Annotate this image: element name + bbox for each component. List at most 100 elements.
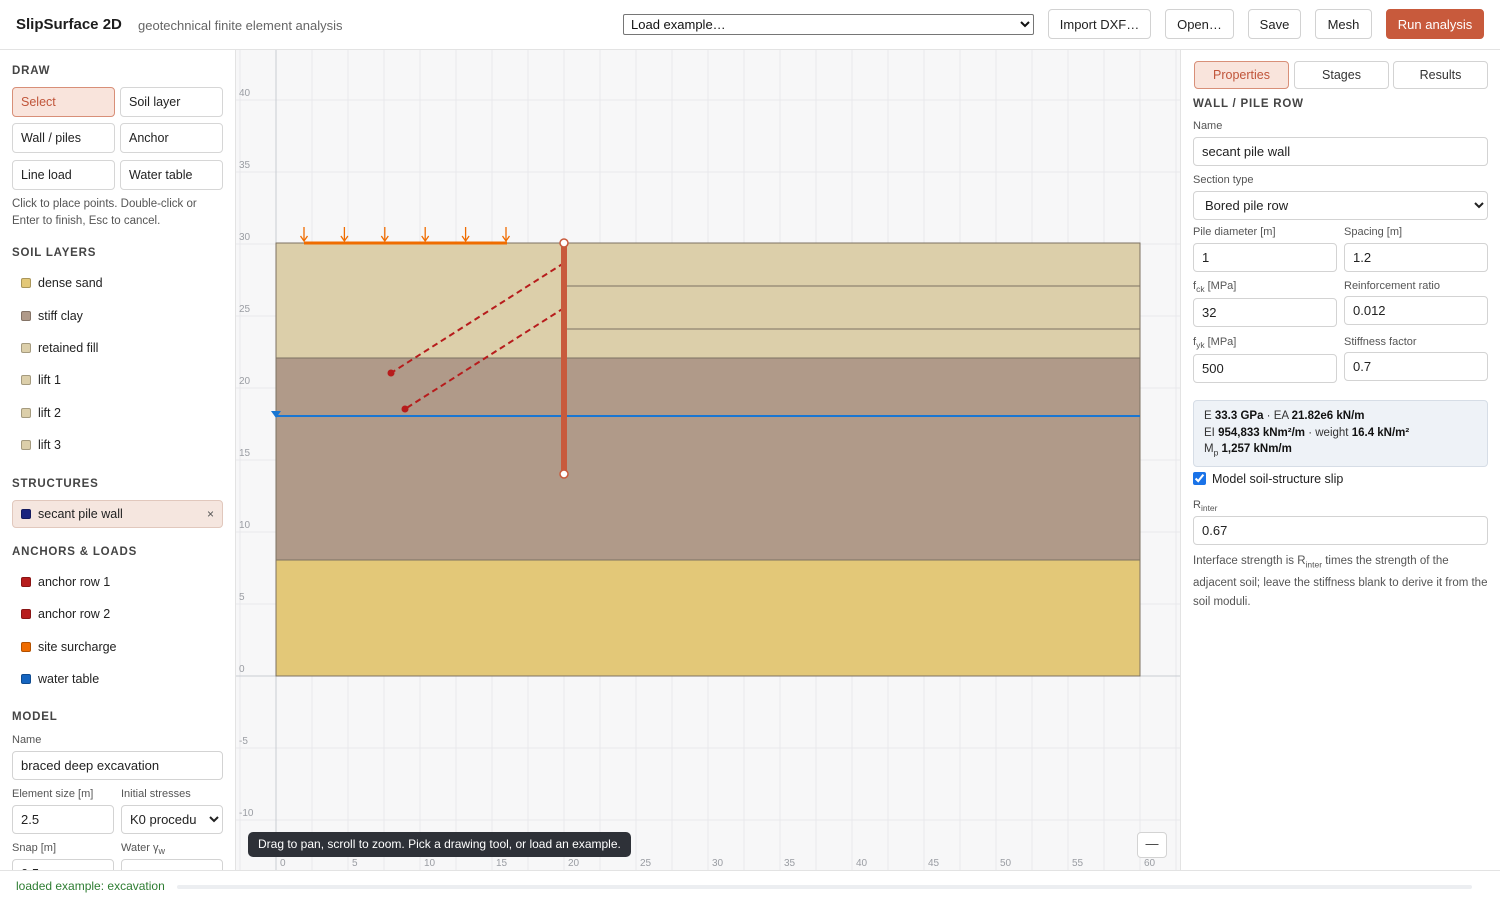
anchor-row-1-end[interactable] [387, 369, 395, 377]
water-unit-weight-label: Water γw [121, 842, 165, 856]
app-header: SlipSurface 2D geotechnical finite eleme… [0, 0, 1500, 50]
fck-label-sub: ck [1196, 284, 1205, 295]
anchor-item[interactable]: anchor row 1 [12, 568, 223, 596]
water-table-item[interactable]: water table [12, 665, 223, 693]
tool-water-table-button[interactable]: Water table [120, 160, 223, 190]
reinforcement-ratio-input[interactable] [1344, 296, 1488, 325]
reinforcement-ratio-label: Reinforcement ratio [1344, 280, 1440, 292]
y-tick-label: 15 [239, 448, 251, 459]
e-label: E [1204, 410, 1212, 422]
tool-soil-layer-button[interactable]: Soil layer [120, 87, 223, 117]
fyk-label-unit: [MPa] [1204, 336, 1237, 348]
y-tick-label: 20 [239, 376, 251, 387]
desc-part-1: Interface strength is R [1193, 555, 1306, 567]
element-size-label: Element size [m] [12, 788, 94, 800]
rinter-input[interactable] [1193, 516, 1488, 545]
desc-sub: inter [1305, 559, 1323, 570]
color-swatch [21, 408, 31, 418]
remove-structure-icon[interactable]: × [207, 507, 214, 521]
x-tick-label: 30 [712, 858, 724, 869]
ea-label: · EA [1263, 410, 1289, 422]
y-tick-label: -10 [239, 808, 254, 819]
spacing-input[interactable] [1344, 243, 1488, 272]
soil-layer-item[interactable]: lift 2 [12, 399, 223, 427]
run-analysis-button[interactable]: Run analysis [1386, 9, 1484, 39]
wall-top-handle[interactable] [559, 238, 569, 248]
pile-diameter-input[interactable] [1193, 243, 1337, 272]
soil-layer-item[interactable]: lift 1 [12, 366, 223, 394]
x-tick-label: 0 [280, 858, 286, 869]
tab-properties[interactable]: Properties [1194, 61, 1289, 89]
open-button[interactable]: Open… [1165, 9, 1234, 39]
stiffness-factor-input[interactable] [1344, 352, 1488, 381]
x-tick-label: 35 [784, 858, 796, 869]
soil-layer-label: lift 3 [38, 438, 61, 452]
anchors-loads-title: ANCHORS & LOADS [12, 546, 138, 558]
tool-line-load-button[interactable]: Line load [12, 160, 115, 190]
save-button[interactable]: Save [1248, 9, 1301, 39]
soil-layer-item[interactable]: stiff clay [12, 302, 223, 330]
snap-input[interactable] [12, 859, 114, 870]
anchor-row-2-end[interactable] [401, 405, 409, 413]
slip-checkbox[interactable] [1193, 472, 1206, 485]
import-dxf-button[interactable]: Import DXF… [1048, 9, 1151, 39]
right-panel: Properties Stages Results WALL / PILE RO… [1180, 50, 1500, 870]
wall-bottom-handle[interactable] [559, 469, 569, 479]
load-example-select[interactable]: Load example… [623, 14, 1034, 35]
soil-layer-item[interactable]: retained fill [12, 334, 223, 362]
soil-layer-label: dense sand [38, 276, 103, 290]
model-canvas[interactable]: 0 5 10 15 20 25 30 35 40 45 50 55 60 40 35 30 25 20 15 10 5 0… [236, 50, 1180, 870]
soil-layer-item[interactable]: dense sand [12, 269, 223, 297]
draw-hint: Click to place points. Double-click or E… [12, 198, 197, 227]
color-swatch [21, 674, 31, 684]
soil-layer-stiff-clay[interactable] [275, 357, 1141, 561]
soil-layer-label: stiff clay [38, 309, 83, 323]
interface-description: Interface strength is Rinter times the s… [1193, 552, 1491, 612]
soil-layer-dense-sand[interactable] [275, 559, 1141, 677]
initial-stresses-select[interactable]: K0 procedu [121, 805, 223, 834]
section-type-select[interactable]: Bored pile row [1193, 191, 1488, 220]
structure-item[interactable]: secant pile wall × [12, 500, 223, 528]
element-size-input[interactable] [12, 805, 114, 834]
tab-results[interactable]: Results [1393, 61, 1488, 89]
wall-name-label: Name [1193, 120, 1223, 132]
color-swatch [21, 440, 31, 450]
model-name-input[interactable] [12, 751, 223, 780]
pile-diameter-label: Pile diameter [m] [1193, 226, 1276, 238]
wall-section-title: WALL / PILE ROW [1193, 98, 1304, 110]
zoom-reset-button[interactable]: — [1137, 832, 1167, 858]
mp-value: 1,257 kNm/m [1221, 443, 1292, 455]
y-tick-label: 5 [239, 592, 245, 603]
tool-wall-piles-button[interactable]: Wall / piles [12, 123, 115, 153]
ei-label: EI [1204, 426, 1215, 439]
structure-label: secant pile wall [38, 507, 123, 521]
wall-name-input[interactable] [1193, 137, 1488, 166]
x-tick-label: 50 [1000, 858, 1012, 869]
soil-layer-label: retained fill [38, 341, 99, 355]
mp-label-main: M [1204, 443, 1214, 455]
x-tick-label: 60 [1144, 858, 1156, 869]
structures-title: STRUCTURES [12, 478, 99, 490]
mesh-button[interactable]: Mesh [1315, 9, 1372, 39]
x-tick-label: 55 [1072, 858, 1084, 869]
load-item[interactable]: site surcharge [12, 633, 223, 661]
rinter-label-sub: inter [1200, 503, 1218, 514]
anchor-item[interactable]: anchor row 2 [12, 600, 223, 628]
color-swatch [21, 577, 31, 587]
tab-stages[interactable]: Stages [1294, 61, 1389, 89]
soil-layer-item[interactable]: lift 3 [12, 431, 223, 459]
tool-select-button[interactable]: Select [12, 87, 115, 117]
e-value: 33.3 GPa [1214, 410, 1264, 422]
fck-input[interactable] [1193, 298, 1337, 327]
fck-label: fck [MPa] [1193, 280, 1236, 294]
summary-line-3: Mp 1,257 kNm/m [1204, 441, 1477, 461]
water-unit-weight-input[interactable] [121, 859, 223, 870]
fyk-input[interactable] [1193, 354, 1337, 383]
slip-checkbox-row[interactable]: Model soil-structure slip [1193, 472, 1343, 486]
left-panel: DRAW Select Soil layer Wall / piles Anch… [0, 50, 236, 870]
tool-anchor-button[interactable]: Anchor [120, 123, 223, 153]
mp-label-sub: p [1213, 447, 1219, 458]
soil-layer-retained-fill[interactable] [275, 242, 1141, 359]
soil-layer-label: lift 2 [38, 406, 61, 420]
water-unit-weight-label-sub: w [158, 846, 166, 857]
